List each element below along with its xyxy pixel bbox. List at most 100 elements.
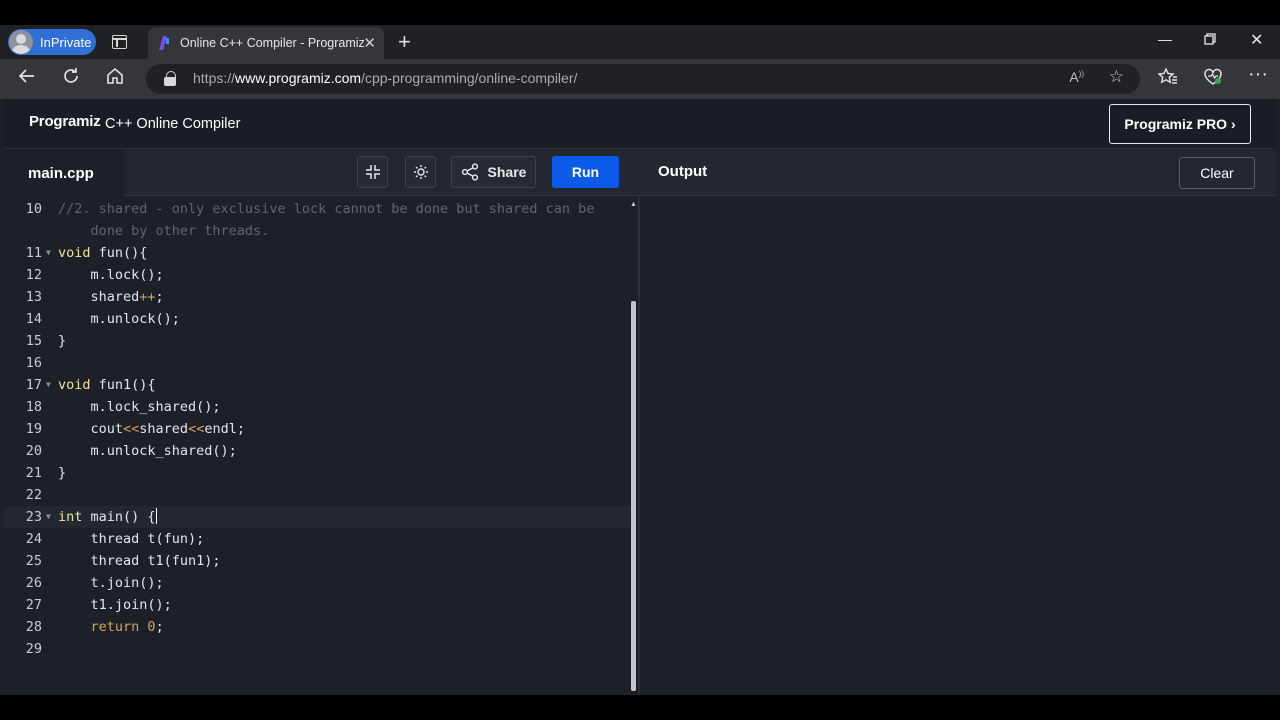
favorites-icon[interactable] [1157,67,1178,91]
programiz-pro-button[interactable]: Programiz PRO › [1109,104,1251,144]
code-text: m.lock_shared(); [58,396,221,418]
profile-label: InPrivate [40,34,92,50]
url-path: /cpp-programming/online-compiler/ [361,70,578,86]
code-line[interactable]: 22 [4,484,630,506]
code-line[interactable]: 26 t.join(); [4,572,630,594]
restore-icon[interactable] [1204,32,1216,48]
clear-button[interactable]: Clear [1179,157,1255,189]
read-aloud-icon[interactable]: A)) [1069,69,1084,85]
line-number: 26 [25,575,42,591]
code-editor[interactable]: 29 28 return 0; 27 t1.join(); 26 t.join(); 2… [4,197,638,695]
theme-toggle-button[interactable] [405,156,436,188]
code-token: m.unlock(); [58,311,180,327]
code-line[interactable]: 28 return 0; [4,616,630,638]
new-tab-icon[interactable]: + [398,29,411,55]
code-line[interactable]: 23 ▼ int main() { [4,506,630,528]
window-close-icon[interactable]: ✕ [1250,30,1263,50]
code-token: done by other threads. [58,223,270,239]
avatar [9,30,33,54]
code-line[interactable]: 14 m.unlock(); [4,308,630,330]
code-line[interactable]: 27 t1.join(); [4,594,630,616]
editor-scrollbar[interactable] [631,301,636,691]
line-number: 21 [25,465,42,481]
inprivate-profile-button[interactable]: InPrivate [8,29,96,55]
lock-icon[interactable] [164,71,176,86]
code-text: done by other threads. [58,220,270,242]
fold-toggle-icon[interactable]: ▼ [46,242,51,264]
tab-close-icon[interactable]: ✕ [363,34,376,52]
code-line[interactable]: 19 cout<<shared<<endl; [4,418,630,440]
line-number: 12 [25,267,42,283]
code-token: } [58,333,67,349]
code-token: << [123,421,140,437]
line-number: 13 [25,289,42,305]
browser-tab-active[interactable]: Online C++ Compiler - Programiz ✕ [148,27,384,59]
code-token: void [58,377,91,393]
code-line[interactable]: 29 [4,638,630,660]
code-text: m.unlock(); [58,308,180,330]
refresh-icon[interactable] [62,67,80,90]
url-scheme: https:// [193,70,236,86]
code-line[interactable]: 20 m.unlock_shared(); [4,440,630,462]
code-line[interactable]: 18 m.lock_shared(); [4,396,630,418]
code-token: << [188,421,205,437]
url-domain: www.programiz.com [235,70,362,86]
address-bar[interactable]: https://www.programiz.com/cpp-programmin… [146,64,1140,94]
line-number: 19 [25,421,42,437]
browser-essentials-icon[interactable] [1203,68,1223,91]
favorite-star-icon[interactable]: ☆ [1109,67,1124,87]
code-token: //2. shared - only exclusive lock cannot… [58,201,595,217]
line-number: 10 [25,201,42,217]
code-token: shared [58,289,140,305]
output-panel[interactable] [640,197,1276,695]
code-line[interactable]: 21} [4,462,630,484]
screen-frame: InPrivate Online C++ Compiler - Programi… [0,0,1280,720]
code-line[interactable]: 17 ▼ void fun1(){ [4,374,630,396]
code-token: cout [58,421,124,437]
code-line[interactable]: 12 m.lock(); [4,264,630,286]
code-token: m.unlock_shared(); [58,443,237,459]
fold-toggle-icon[interactable]: ▼ [46,374,51,396]
line-number: 27 [25,597,42,613]
code-token: int [58,509,83,525]
code-token: shared [139,421,189,437]
line-number: 18 [25,399,42,415]
home-icon[interactable] [106,67,124,90]
code-line[interactable]: 11 ▼ void fun(){ [4,242,630,264]
fullscreen-exit-button[interactable] [357,156,388,188]
run-button[interactable]: Run [552,156,619,188]
code-line[interactable]: 10 //2. shared - only exclusive lock cann… [4,198,630,220]
tab-strip: InPrivate Online C++ Compiler - Programi… [0,25,1280,59]
code-text: void fun(){ [58,242,147,264]
line-number: 11 [25,245,42,261]
line-number: 16 [25,355,42,371]
tab-actions-icon[interactable] [112,35,127,49]
scroll-up-icon[interactable]: ▲ [630,201,637,208]
url-text[interactable]: https://www.programiz.com/cpp-programmin… [193,70,577,86]
line-number: 28 [25,619,42,635]
code-line[interactable]: 13 shared++; [4,286,630,308]
code-line[interactable]: 15} [4,330,630,352]
code-line[interactable]: 24 thread t(fun); [4,528,630,550]
code-line[interactable]: 16 [4,352,630,374]
back-icon[interactable] [18,67,36,90]
code-text: shared++; [58,286,164,308]
code-line[interactable]: 25 thread t1(fun1); [4,550,630,572]
code-token: ; [155,289,164,305]
file-tab-main-cpp[interactable]: main.cpp [4,150,124,196]
settings-more-icon[interactable]: ··· [1248,63,1268,86]
code-line[interactable]: done by other threads. [4,220,630,242]
code-token: main() { [82,509,156,525]
line-number: 15 [25,333,42,349]
code-text: thread t(fun); [58,528,205,550]
line-number: 17 [25,377,42,393]
page-content: Programiz C++ Online Compiler Programiz … [4,99,1276,695]
code-token: m.lock(); [58,267,164,283]
programiz-logo[interactable]: Programiz [29,113,101,130]
code-text: cout<<shared<<endl; [58,418,245,440]
share-button[interactable]: Share [451,156,536,188]
fold-toggle-icon[interactable]: ▼ [46,506,51,528]
minimize-icon[interactable]: — [1158,31,1172,47]
code-text: } [58,462,66,484]
code-token: t.join(); [58,575,164,591]
